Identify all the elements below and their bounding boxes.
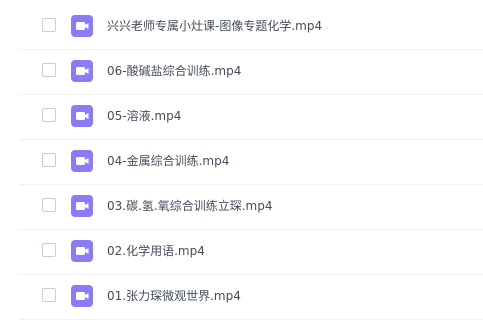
video-file-icon bbox=[71, 150, 93, 172]
file-name[interactable]: 01.张力琛微观世界.mp4 bbox=[107, 287, 241, 305]
file-row[interactable]: 03.碳.氢.氧综合训练立琛.mp4 bbox=[0, 185, 483, 230]
file-row[interactable]: 06-酸碱盐综合训练.mp4 bbox=[0, 50, 483, 95]
file-name[interactable]: 06-酸碱盐综合训练.mp4 bbox=[107, 62, 241, 80]
file-row[interactable]: 01.张力琛微观世界.mp4 bbox=[0, 275, 483, 320]
file-row[interactable]: 02.化学用语.mp4 bbox=[0, 230, 483, 275]
video-file-icon bbox=[71, 105, 93, 127]
file-name[interactable]: 02.化学用语.mp4 bbox=[107, 242, 205, 260]
file-row[interactable]: 05-溶液.mp4 bbox=[0, 95, 483, 140]
select-checkbox[interactable] bbox=[42, 288, 56, 302]
video-file-icon bbox=[71, 285, 93, 307]
select-checkbox[interactable] bbox=[42, 153, 56, 167]
select-checkbox[interactable] bbox=[42, 243, 56, 257]
select-checkbox[interactable] bbox=[42, 18, 56, 32]
file-list: 兴兴老师专属小灶课-图像专题化学.mp4 06-酸碱盐综合训练.mp4 05-溶… bbox=[0, 0, 483, 327]
file-name[interactable]: 04-金属综合训练.mp4 bbox=[107, 152, 229, 170]
video-file-icon bbox=[71, 60, 93, 82]
select-checkbox[interactable] bbox=[42, 108, 56, 122]
file-row[interactable]: 04-金属综合训练.mp4 bbox=[0, 140, 483, 185]
select-checkbox[interactable] bbox=[42, 198, 56, 212]
video-file-icon bbox=[71, 240, 93, 262]
file-name[interactable]: 03.碳.氢.氧综合训练立琛.mp4 bbox=[107, 197, 272, 215]
file-name[interactable]: 05-溶液.mp4 bbox=[107, 107, 181, 125]
file-name[interactable]: 兴兴老师专属小灶课-图像专题化学.mp4 bbox=[107, 17, 322, 35]
video-file-icon bbox=[71, 195, 93, 217]
select-checkbox[interactable] bbox=[42, 63, 56, 77]
video-file-icon bbox=[71, 15, 93, 37]
file-row[interactable]: 兴兴老师专属小灶课-图像专题化学.mp4 bbox=[0, 5, 483, 50]
